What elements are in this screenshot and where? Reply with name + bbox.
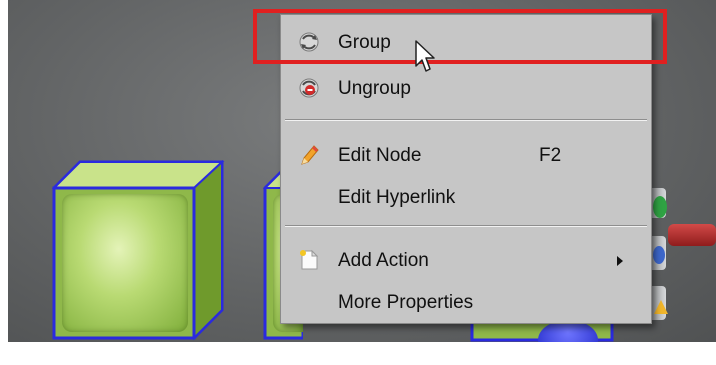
blue-knob-icon xyxy=(653,246,665,264)
warning-triangle-icon xyxy=(654,300,668,314)
menu-item-shortcut: F2 xyxy=(539,145,562,166)
menu-item-add-action[interactable]: Add Action xyxy=(281,241,651,281)
menu-item-label: More Properties xyxy=(338,292,474,313)
ungroup-icon xyxy=(298,77,320,99)
cube-node-1[interactable] xyxy=(52,160,232,342)
menu-item-edit-hyperlink[interactable]: Edit Hyperlink xyxy=(281,178,651,218)
mouse-cursor-icon xyxy=(415,40,435,72)
pencil-icon xyxy=(298,144,320,166)
menu-separator xyxy=(285,119,647,121)
green-knob-icon xyxy=(653,196,667,218)
menu-item-more-properties[interactable]: More Properties xyxy=(281,283,651,323)
document-icon xyxy=(298,249,320,271)
menu-item-edit-node[interactable]: Edit Node F2 xyxy=(281,136,651,176)
bottom-margin xyxy=(0,342,716,365)
cube-front-face xyxy=(62,194,188,332)
submenu-arrow-icon xyxy=(617,256,623,266)
menu-separator xyxy=(285,225,647,227)
menu-item-label: Ungroup xyxy=(338,78,411,99)
menu-item-label: Add Action xyxy=(338,250,429,271)
red-axis-arrow[interactable] xyxy=(668,224,716,246)
menu-item-label: Edit Hyperlink xyxy=(338,187,456,208)
annotation-highlight-box xyxy=(253,9,667,64)
menu-item-ungroup[interactable]: Ungroup xyxy=(281,69,651,109)
menu-item-label: Edit Node xyxy=(338,145,422,166)
